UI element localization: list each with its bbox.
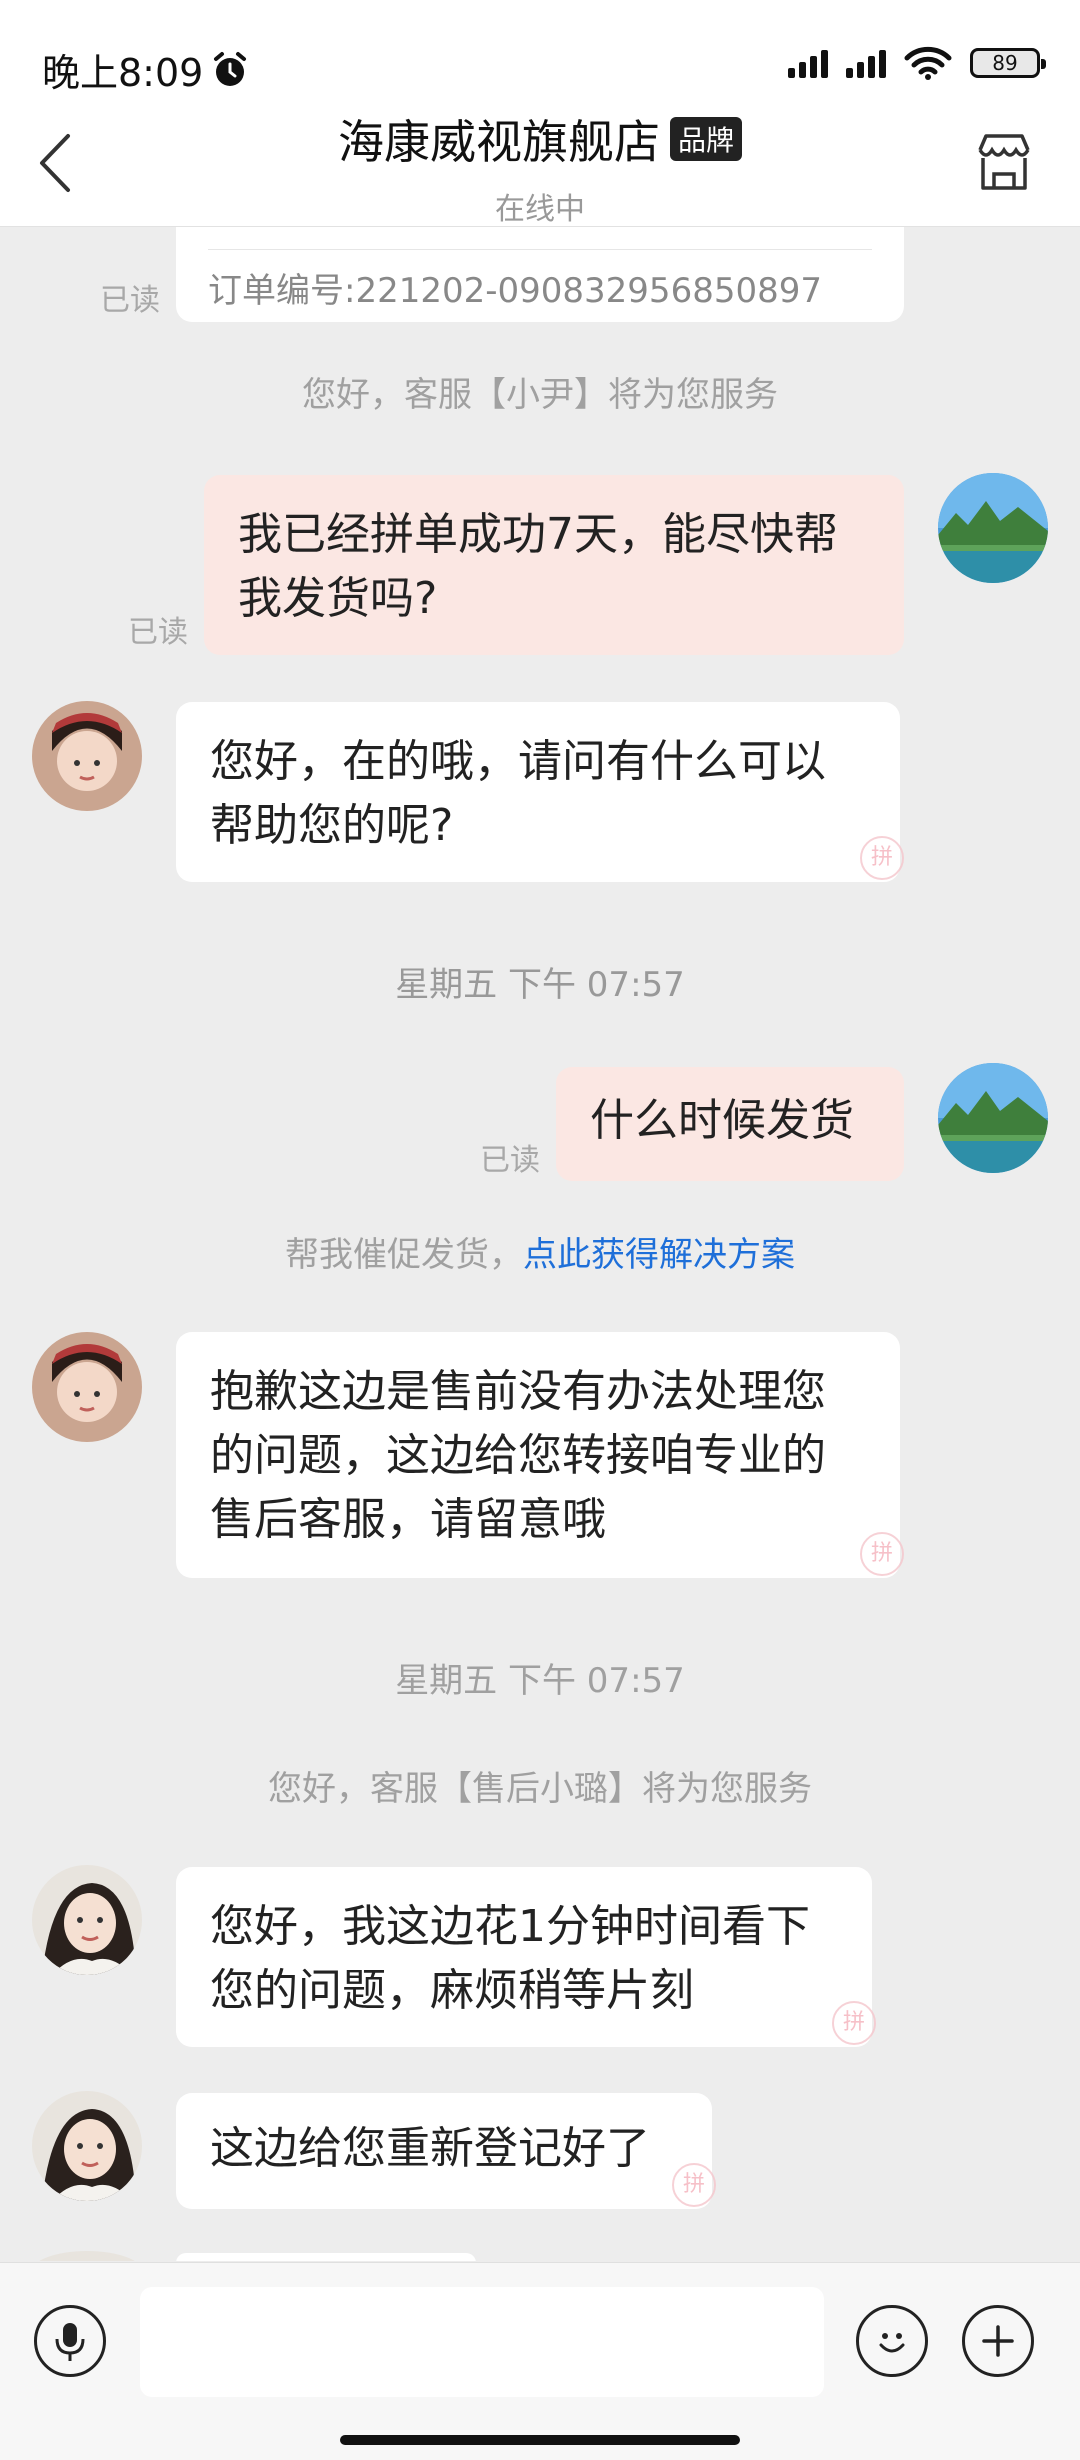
wifi-icon — [904, 46, 952, 80]
header-title: 海康威视旗舰店 品牌 在线中 — [0, 106, 1080, 228]
microphone-icon — [55, 2323, 85, 2361]
message-line: 什么时候发货 — [590, 1095, 854, 1146]
emoji-button[interactable] — [856, 2305, 928, 2377]
message-line: 的问题，这边给您转接咱专业的 — [210, 1430, 826, 1481]
agent-avatar[interactable] — [32, 2251, 142, 2261]
incoming-message[interactable]: 这边给您重新登记好了 拼 — [176, 2093, 716, 2209]
message-line: 您的问题，麻烦稍等片刻 — [210, 1965, 694, 2016]
brand-badge: 品牌 — [669, 117, 742, 161]
microphone-button[interactable] — [34, 2305, 106, 2377]
message-line: 这边给您重新登记好了 — [210, 2123, 650, 2174]
status-time: 晚上8:09 — [42, 42, 249, 97]
message-line: 我已经拼单成功7天，能尽快帮 — [238, 509, 838, 560]
add-button[interactable] — [962, 2305, 1034, 2377]
outgoing-message[interactable]: 什么时候发货 — [556, 1067, 904, 1181]
read-indicator: 已读 — [480, 1143, 540, 1178]
alarm-icon — [214, 51, 247, 86]
chat-header: 海康威视旗舰店 品牌 在线中 — [0, 100, 1080, 227]
system-message: 您好，客服【小尹】将为您服务 — [302, 375, 778, 415]
my-avatar[interactable] — [938, 473, 1048, 583]
read-indicator: 已读 — [128, 615, 188, 650]
status-time-text: 晚上8:09 — [42, 51, 204, 95]
status-icons: 89 — [788, 46, 1046, 80]
system-message: 您好，客服【售后小璐】将为您服务 — [268, 1769, 812, 1809]
message-line: 您好，我这边花1分钟时间看下 — [210, 1901, 810, 1952]
incoming-message[interactable]: 您好，我这边花1分钟时间看下 您的问题，麻烦稍等片刻 拼 — [176, 1867, 876, 2047]
agent-avatar[interactable] — [32, 1865, 142, 1975]
signal-icon-2 — [846, 48, 886, 78]
message-line: 我发货吗? — [238, 573, 438, 624]
battery-level: 89 — [992, 51, 1018, 75]
urge-text: 帮我催促发货， — [285, 1235, 523, 1275]
plus-icon — [982, 2325, 1014, 2357]
store-icon[interactable] — [972, 130, 1036, 194]
incoming-message-partial[interactable] — [176, 2253, 476, 2261]
message-input[interactable] — [140, 2287, 824, 2397]
incoming-message[interactable]: 抱歉这边是售前没有办法处理您 的问题，这边给您转接咱专业的 售后客服，请留意哦 … — [176, 1332, 904, 1578]
pdd-stamp-icon: 拼 — [860, 1532, 904, 1576]
pdd-stamp-icon: 拼 — [832, 2001, 876, 2045]
timestamp: 星期五 下午 07:57 — [395, 1661, 685, 1701]
incoming-message[interactable]: 您好，在的哦，请问有什么可以 帮助您的呢? 拼 — [176, 702, 904, 882]
my-avatar[interactable] — [938, 1063, 1048, 1173]
agent-avatar[interactable] — [32, 1332, 142, 1442]
pdd-stamp-icon: 拼 — [672, 2163, 716, 2207]
battery-icon: 89 — [970, 48, 1046, 78]
input-bar — [0, 2262, 1080, 2423]
message-line: 帮助您的呢? — [210, 800, 454, 851]
chat-area[interactable]: 已读 订单编号:221202-090832956850897 您好，客服【小尹】… — [0, 227, 1080, 2261]
shop-title[interactable]: 海康威视旗舰店 品牌 — [338, 106, 742, 172]
urge-shipping-prompt: 帮我催促发货，点此获得解决方案 — [0, 1227, 1080, 1276]
emoji-icon — [879, 2333, 905, 2353]
order-number: 订单编号:221202-090832956850897 — [208, 271, 822, 311]
solution-link[interactable]: 点此获得解决方案 — [523, 1235, 795, 1275]
message-line: 抱歉这边是售前没有办法处理您 — [210, 1366, 826, 1417]
read-indicator: 已读 — [100, 283, 160, 318]
order-card[interactable]: 订单编号:221202-090832956850897 — [176, 227, 904, 322]
message-line: 您好，在的哦，请问有什么可以 — [210, 736, 826, 787]
home-indicator[interactable] — [340, 2435, 740, 2445]
shop-name: 海康威视旗舰店 — [337, 115, 660, 169]
agent-avatar[interactable] — [32, 701, 142, 811]
pdd-stamp-icon: 拼 — [860, 836, 904, 880]
message-line: 售后客服，请留意哦 — [210, 1494, 606, 1545]
agent-avatar[interactable] — [32, 2091, 142, 2201]
outgoing-message[interactable]: 我已经拼单成功7天，能尽快帮 我发货吗? — [204, 475, 904, 655]
online-status: 在线中 — [495, 192, 585, 227]
timestamp: 星期五 下午 07:57 — [395, 965, 685, 1005]
signal-icon — [788, 48, 828, 78]
